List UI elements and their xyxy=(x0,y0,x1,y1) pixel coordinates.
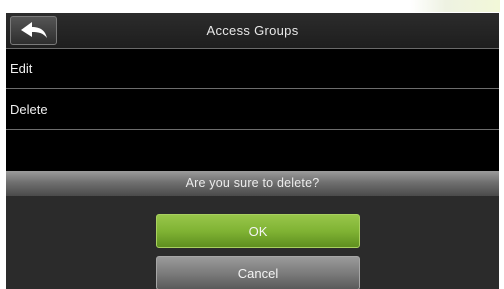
ok-button[interactable]: OK xyxy=(156,214,360,248)
dialog-message: Are you sure to delete? xyxy=(6,171,499,196)
menu-item-edit[interactable]: Edit xyxy=(6,48,499,89)
background-decoration xyxy=(410,0,500,12)
title-bar: Access Groups xyxy=(6,13,499,49)
confirm-dialog: Are you sure to delete? OK Cancel xyxy=(6,171,499,289)
menu-item-label: Edit xyxy=(10,61,33,76)
menu-item-delete[interactable]: Delete xyxy=(6,89,499,130)
device-screen: Access Groups Edit Delete Are you sure t… xyxy=(6,13,499,289)
menu-item-label: Delete xyxy=(10,102,48,117)
cancel-button[interactable]: Cancel xyxy=(156,256,360,289)
page-title: Access Groups xyxy=(206,23,299,38)
